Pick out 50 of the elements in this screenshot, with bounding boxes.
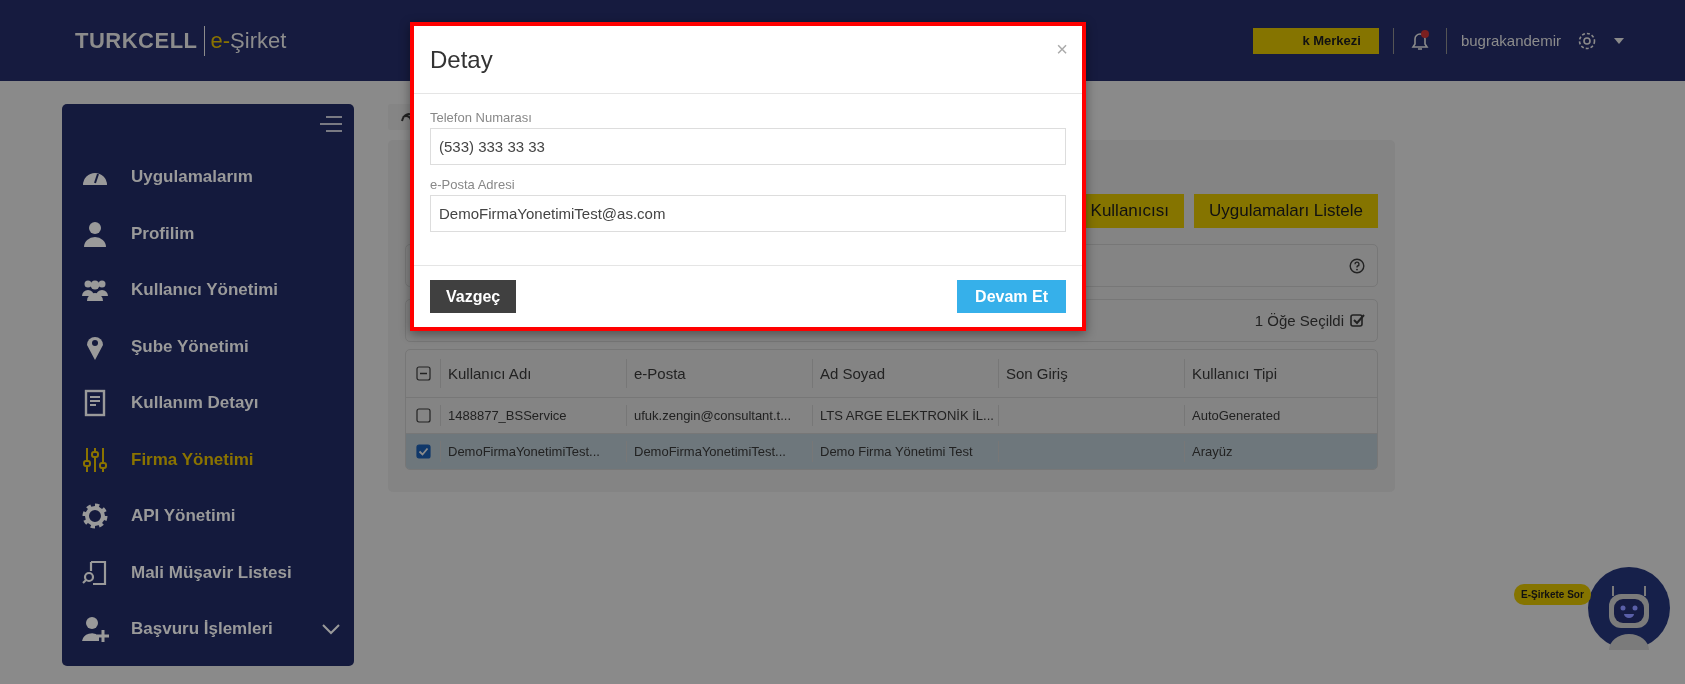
table-cell-text: AutoGenerated bbox=[1191, 407, 1282, 425]
chevron-icon[interactable] bbox=[322, 623, 340, 636]
user-plus-icon bbox=[81, 615, 109, 644]
table-cell: 1488877_BSService bbox=[441, 405, 627, 426]
sliders-icon bbox=[81, 445, 109, 474]
user-icon bbox=[81, 219, 109, 248]
sidebar-item[interactable]: Şube Yönetimi bbox=[62, 318, 354, 375]
document-search-icon bbox=[81, 558, 109, 587]
selection-count: 1 Öğe Seçildi bbox=[1254, 312, 1344, 329]
help-center-button[interactable]: k Merkezi bbox=[1252, 27, 1379, 54]
select-all-checkbox[interactable] bbox=[415, 366, 431, 381]
sidebar-item[interactable]: Mali Müşavir Listesi bbox=[62, 544, 354, 601]
checkbox-icon bbox=[1350, 313, 1365, 328]
table-cell: ufuk.zengin@consultant.t... bbox=[627, 405, 813, 426]
sidebar-item[interactable]: Uygulamalarım bbox=[62, 149, 354, 206]
input-field[interactable]: (533) 333 33 33 bbox=[430, 128, 1066, 165]
table-cell: DemoFirmaYonetimiTest... bbox=[441, 441, 627, 462]
column-header[interactable]: Son Giriş bbox=[999, 359, 1185, 388]
row-checkbox[interactable] bbox=[415, 444, 431, 459]
robot-drawing[interactable] bbox=[1586, 566, 1671, 650]
table-cell: DemoFirmaYonetimiTest... bbox=[627, 441, 813, 462]
menu-icon[interactable] bbox=[320, 116, 342, 132]
product-name: Şirket bbox=[230, 27, 287, 54]
sidebar-item[interactable]: Kullanıcı Yönetimi bbox=[62, 262, 354, 319]
username[interactable]: bugrakandemir bbox=[1460, 32, 1561, 49]
dialog-title: Detay bbox=[430, 45, 493, 74]
sidebar-item[interactable]: Kullanım Detayı bbox=[62, 375, 354, 432]
sidebar-item[interactable]: Başvuru İşlemleri bbox=[62, 601, 354, 658]
column-header[interactable]: Kullanıcı Adı bbox=[441, 359, 627, 388]
action-button[interactable]: Uygulamaları Listele bbox=[1194, 194, 1378, 228]
gear-icon bbox=[81, 502, 109, 531]
column-header[interactable]: e-Posta bbox=[627, 359, 813, 388]
row-checkbox[interactable] bbox=[415, 408, 431, 423]
input-field[interactable]: DemoFirmaYonetimiTest@as.com bbox=[430, 195, 1066, 232]
dialog-button[interactable]: Vazgeç bbox=[430, 280, 517, 313]
field-label: e-Posta Adresi bbox=[430, 177, 516, 192]
column-header[interactable]: Ad Soyad bbox=[813, 359, 999, 388]
table-cell: LTS ARGE ELEKTRONİK İL... bbox=[813, 405, 999, 426]
column-header[interactable]: Kullanıcı Tipi bbox=[1185, 359, 1377, 388]
field-label: Telefon Numarası bbox=[430, 110, 533, 125]
chat-bubble[interactable]: E-Şirkete Sor bbox=[1514, 583, 1591, 605]
sidebar-item[interactable]: Firma Yönetimi bbox=[62, 431, 354, 488]
caret-icon[interactable] bbox=[1613, 36, 1625, 45]
table-cell-text: Arayüz bbox=[1191, 443, 1234, 461]
table-cell: Demo Firma Yönetimi Test bbox=[813, 441, 999, 462]
sidebar-item[interactable]: API Yönetimi bbox=[62, 488, 354, 545]
brand-logo: TURKCELL bbox=[75, 27, 198, 54]
sidebar-item[interactable]: Profilim bbox=[62, 205, 354, 262]
product-prefix: e- bbox=[210, 27, 231, 54]
help-icon[interactable] bbox=[1349, 257, 1365, 274]
